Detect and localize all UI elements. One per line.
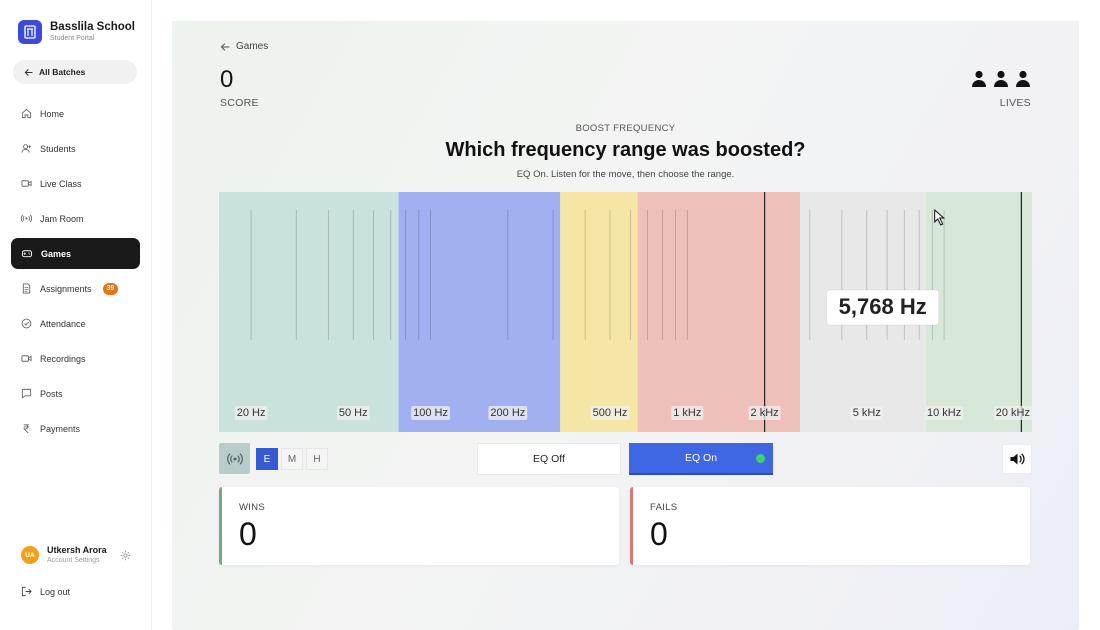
sidebar-item-home[interactable]: Home — [11, 98, 140, 129]
brand-name: Basslila School — [50, 21, 136, 33]
broadcast-icon — [21, 214, 32, 223]
sidebar-item-assignments[interactable]: Assignments 39 — [11, 273, 140, 304]
sidebar-item-label: Posts — [40, 388, 63, 399]
sidebar-item-label: Attendance — [40, 318, 86, 329]
sidebar-item-label: Recordings — [40, 353, 86, 364]
sidebar-item-label: Live Class — [40, 178, 82, 189]
sidebar-item-recordings[interactable]: Recordings — [11, 343, 140, 374]
score-label: SCORE — [220, 97, 259, 109]
wins-card: WINS 0 — [219, 487, 619, 565]
logout-label: Log out — [40, 586, 71, 597]
sidebar-item-students[interactable]: Students — [11, 133, 140, 164]
range-option-h[interactable]: H — [306, 448, 328, 470]
broadcast-icon — [226, 452, 243, 465]
sidebar-item-label: Assignments — [40, 283, 92, 294]
wins-value: 0 — [239, 516, 257, 552]
all-batches-label: All Batches — [39, 67, 86, 77]
gear-icon[interactable] — [120, 550, 131, 561]
home-icon — [21, 108, 32, 119]
eq-on-label: EQ On — [684, 452, 718, 464]
range-option-m[interactable]: M — [281, 448, 303, 470]
sidebar-item-label: Home — [40, 108, 65, 119]
eq-off-button[interactable]: EQ Off — [477, 443, 621, 475]
gamepad-icon — [21, 250, 33, 258]
question-title: Which frequency range was boosted? — [445, 139, 806, 161]
sidebar-item-jam-room[interactable]: Jam Room — [11, 203, 140, 234]
rupee-icon — [23, 424, 30, 434]
frequency-tick-label: 50 Hz — [339, 407, 368, 419]
arrow-left-icon — [220, 42, 230, 51]
breadcrumb: Games — [236, 41, 269, 52]
sidebar-item-payments[interactable]: Payments — [11, 413, 140, 444]
range-option-e[interactable]: E — [256, 448, 278, 470]
frequency-tick-label: 2 kHz — [751, 407, 779, 419]
sidebar-item-games[interactable]: Games — [11, 238, 140, 269]
message-icon — [21, 388, 32, 399]
eq-on-button[interactable]: EQ On — [629, 443, 773, 475]
video-icon — [21, 180, 32, 187]
frequency-tick-label: 10 kHz — [927, 407, 961, 419]
school-logo-icon — [18, 20, 42, 44]
document-icon — [22, 283, 31, 294]
sidebar: Basslila School Student Portal All Batch… — [0, 0, 152, 630]
game-mode-label: BOOST FREQUENCY — [575, 123, 676, 134]
life-person-icon — [1016, 70, 1030, 87]
user-account[interactable]: UA Utkersh Arora Account Settings — [21, 545, 131, 565]
sidebar-nav: Home Students Live Class Jam Room Games … — [11, 98, 140, 448]
controls-bar: E M H EQ Off EQ On — [219, 443, 1032, 475]
user-name: Utkersh Arora — [47, 545, 107, 555]
frequency-band-2[interactable] — [398, 192, 561, 432]
frequency-tick-label: 200 Hz — [490, 407, 525, 419]
lives-indicator — [971, 70, 1031, 87]
check-circle-icon — [21, 318, 32, 329]
sidebar-item-posts[interactable]: Posts — [11, 378, 140, 409]
sidebar-item-live-class[interactable]: Live Class — [11, 168, 140, 199]
arrow-left-icon — [24, 68, 33, 76]
life-person-icon — [972, 70, 986, 87]
frequency-chart[interactable]: 20 Hz 50 Hz 100 Hz 200 Hz 500 Hz 1 kHz 2 kHz 5 … — [219, 192, 1032, 432]
sidebar-item-label: Students — [40, 143, 76, 154]
sidebar-item-label: Games — [41, 248, 72, 259]
fails-value: 0 — [650, 516, 668, 552]
logout-button[interactable]: Log out — [21, 586, 70, 597]
avatar: UA — [21, 546, 39, 564]
life-person-icon — [994, 70, 1008, 87]
hover-frequency-label: 5,768 Hz — [839, 294, 927, 319]
brand-subtitle: Student Portal — [50, 35, 95, 42]
sidebar-item-label: Payments — [40, 423, 81, 434]
games-back-link[interactable]: Games — [220, 41, 268, 52]
camera-icon — [21, 355, 32, 362]
user-plus-icon — [21, 144, 32, 153]
frequency-tick-label: 1 kHz — [673, 407, 701, 419]
sidebar-item-label: Jam Room — [40, 213, 84, 224]
brand[interactable]: Basslila School Student Portal — [18, 20, 135, 44]
frequency-tick-label: 100 Hz — [413, 407, 448, 419]
fails-label: FAILS — [650, 502, 678, 513]
frequency-tick-label: 20 Hz — [237, 407, 266, 419]
frequency-band-3[interactable] — [560, 192, 638, 432]
frequency-tick-label: 500 Hz — [593, 407, 628, 419]
listen-toggle-button[interactable] — [219, 443, 250, 474]
eq-active-indicator — [756, 454, 765, 463]
sidebar-item-attendance[interactable]: Attendance — [11, 308, 140, 339]
frequency-tick-label: 20 kHz — [996, 407, 1030, 419]
frequency-band-6[interactable] — [925, 192, 1032, 432]
assignments-count-badge: 39 — [102, 282, 119, 295]
account-settings-link[interactable]: Account Settings — [47, 556, 120, 565]
frequency-band-1[interactable] — [219, 192, 399, 432]
speaker-icon — [1010, 453, 1025, 465]
frequency-tick-label: 5 kHz — [853, 407, 881, 419]
volume-button[interactable] — [1002, 444, 1032, 474]
instruction-text: EQ On. Listen for the move, then choose … — [516, 169, 735, 180]
game-panel: Games 0 SCORE LIVES BOOST FREQUENCY Whic… — [172, 21, 1079, 630]
score-value: 0 — [220, 66, 234, 93]
frequency-chart-svg[interactable]: 20 Hz 50 Hz 100 Hz 200 Hz 500 Hz 1 kHz 2 kHz 5 … — [219, 192, 1032, 432]
fails-card: FAILS 0 — [630, 487, 1030, 565]
lives-label: LIVES — [999, 97, 1031, 109]
wins-label: WINS — [239, 502, 266, 513]
frequency-band-4[interactable] — [637, 192, 801, 432]
all-batches-button[interactable]: All Batches — [13, 60, 137, 84]
logout-icon — [21, 586, 32, 597]
